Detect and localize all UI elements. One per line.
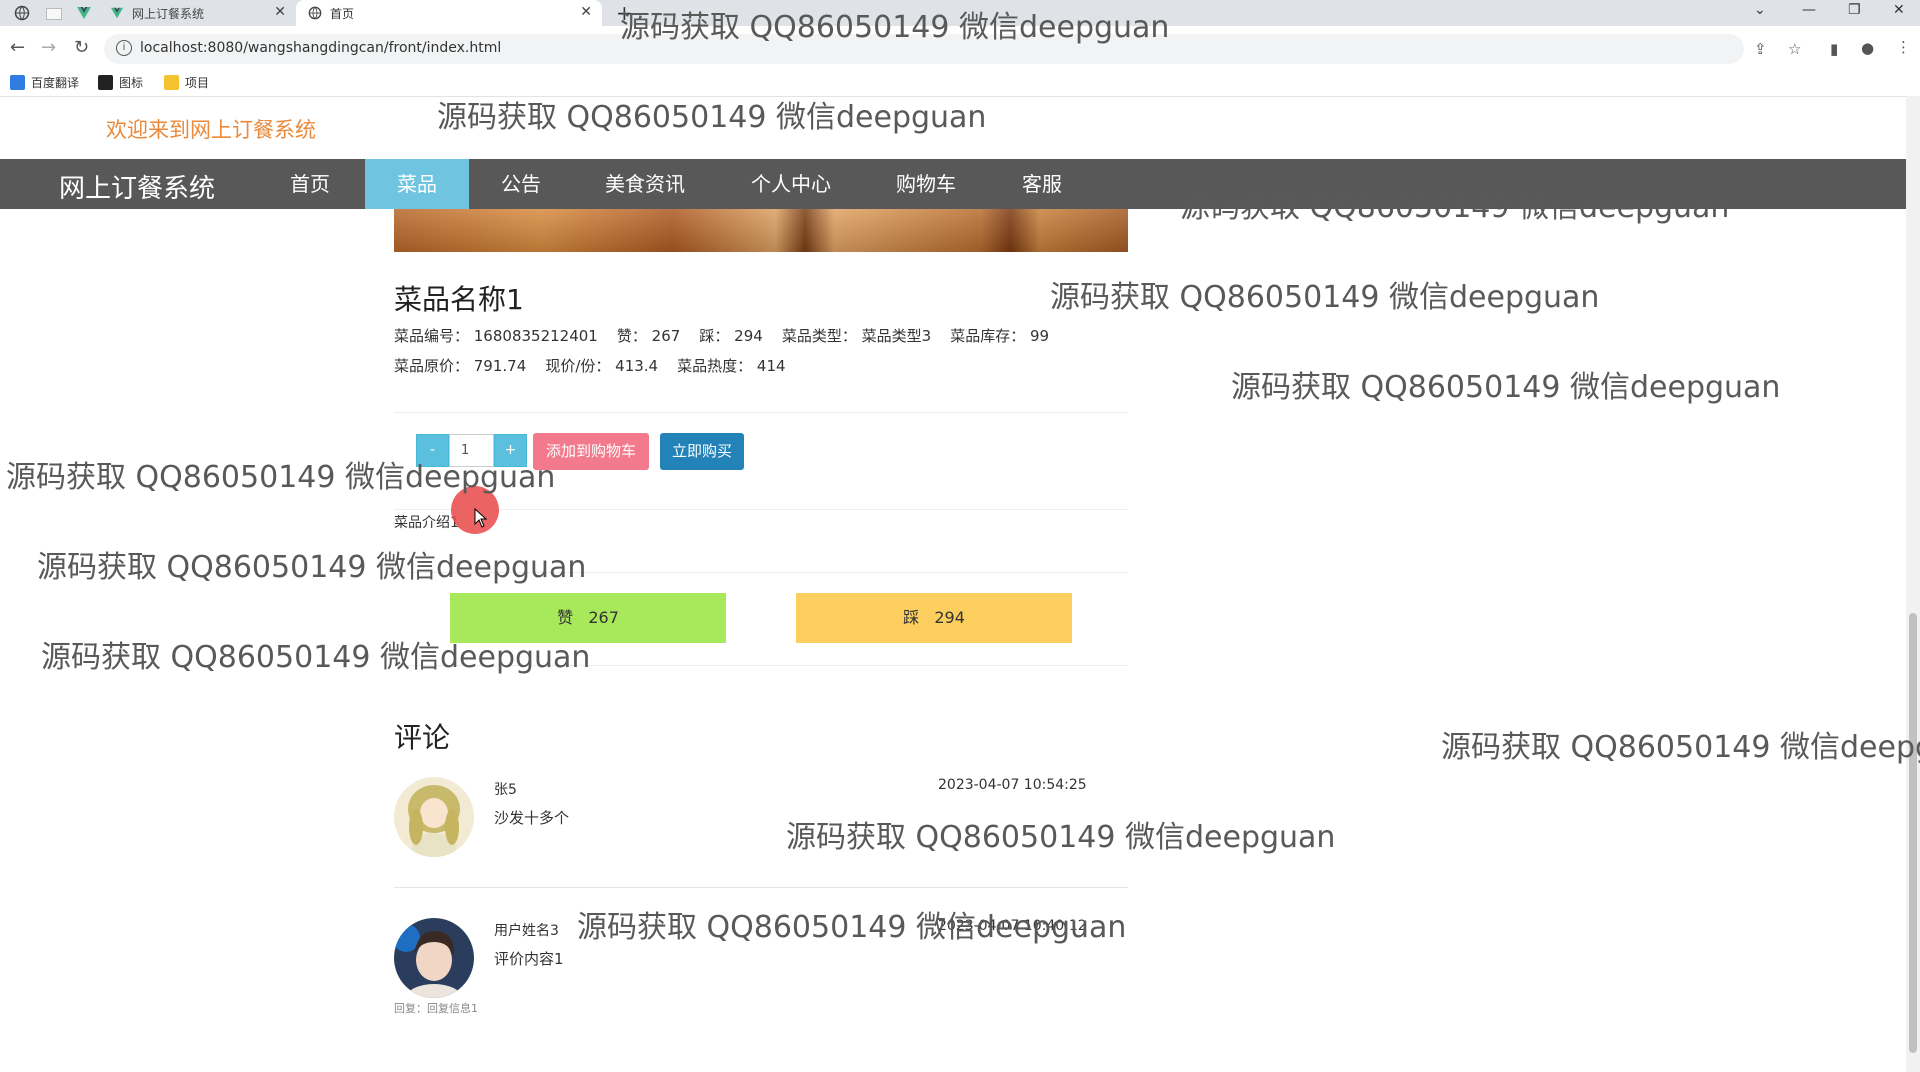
dish-name: 菜品名称1 [394, 283, 524, 316]
nav-item-dishes[interactable]: 菜品 [365, 159, 469, 209]
watermark-text: 源码获取 QQ86050149 微信deepguan [1180, 190, 1730, 225]
globe-icon [308, 6, 322, 20]
forward-icon[interactable]: → [41, 37, 56, 58]
tab-online-ordering[interactable]: 网上订餐系统 ✕ [98, 0, 296, 26]
scrollbar-thumb[interactable] [1909, 613, 1917, 1053]
folder-icon [164, 75, 179, 90]
nav-item-personal-center[interactable]: 个人中心 [726, 159, 856, 209]
window-close-icon[interactable]: ✕ [1893, 2, 1905, 18]
dislike-label: 踩 [903, 608, 920, 627]
bookmark-projects[interactable]: 项目 [164, 74, 209, 91]
bookmark-label: 百度翻译 [31, 76, 80, 90]
watermark-text: 源码获取 QQ86050149 微信deepguan [577, 910, 1127, 945]
vue-logo-icon [110, 7, 124, 19]
avatar-photo [394, 918, 474, 998]
nav-item-announcements[interactable]: 公告 [469, 159, 573, 209]
watermark-text: 源码获取 QQ86050149 微信deepguan [1441, 730, 1920, 765]
globe-icon[interactable] [14, 5, 30, 21]
watermark-text: 源码获取 QQ86050149 微信deepguan [1231, 370, 1781, 405]
restore-icon[interactable]: ❐ [1848, 2, 1861, 18]
share-icon[interactable]: ⇪ [1754, 40, 1767, 58]
avatar-illustration [394, 777, 474, 857]
dish-intro: 菜品介绍1 [394, 515, 459, 531]
translate-icon [10, 75, 25, 90]
bookmark-baidu-translate[interactable]: 百度翻译 [10, 74, 79, 91]
buy-now-button[interactable]: 立即购买 [660, 433, 744, 470]
tab-title: 网上订餐系统 [132, 6, 205, 21]
profile-icon[interactable]: ● [1861, 39, 1874, 57]
comment-user: 用户姓名3 [494, 923, 559, 939]
dish-image [394, 209, 1128, 252]
dislike-count: 294 [934, 608, 965, 627]
nav-item-customer-service[interactable]: 客服 [990, 159, 1094, 209]
comment-user: 张5 [494, 782, 517, 798]
url-text[interactable]: localhost:8080/wangshangdingcan/front/in… [140, 40, 501, 56]
watermark-text: 源码获取 QQ86050149 微信deepguan [620, 10, 1170, 45]
reload-icon[interactable]: ↻ [74, 37, 89, 58]
watermark-text: 源码获取 QQ86050149 微信deepguan [6, 460, 556, 495]
like-count: 267 [588, 608, 619, 627]
info-icon[interactable]: i [116, 40, 132, 56]
comment-text: 沙发十多个 [494, 809, 570, 827]
nav-item-food-news[interactable]: 美食资讯 [583, 159, 707, 209]
tab-search-icon[interactable]: ⌄ [1754, 2, 1766, 18]
minimize-icon[interactable]: — [1802, 2, 1816, 18]
comments-heading: 评论 [394, 721, 451, 754]
avatar [394, 918, 474, 998]
dish-info-line-1: 菜品编号： 1680835212401 赞： 267 踩： 294 菜品类型： … [394, 327, 1050, 345]
comment-time: 2023-04-07 10:54:25 [938, 777, 1087, 793]
watermark-text: 源码获取 QQ86050149 微信deepguan [1050, 280, 1600, 315]
close-icon[interactable]: ✕ [274, 4, 286, 20]
blank-page-icon[interactable] [46, 8, 62, 20]
bookmark-label: 图标 [119, 76, 144, 90]
dislike-button[interactable]: 踩 294 [796, 593, 1072, 643]
back-icon[interactable]: ← [10, 37, 25, 58]
mouse-cursor-icon [474, 508, 488, 528]
watermark-text: 源码获取 QQ86050149 微信deepguan [37, 550, 587, 585]
tab-title: 首页 [330, 6, 355, 21]
iconfont-icon [98, 75, 113, 90]
welcome-text: 欢迎来到网上订餐系统 [106, 118, 316, 142]
brand-title[interactable]: 网上订餐系统 [59, 168, 215, 205]
avatar [394, 777, 474, 857]
side-panel-icon[interactable]: ▮ [1830, 40, 1838, 58]
watermark-text: 源码获取 QQ86050149 微信deepguan [786, 820, 1336, 855]
dish-info-line-2: 菜品原价： 791.74 现价/份： 413.4 菜品热度： 414 [394, 357, 786, 375]
like-label: 赞 [557, 608, 574, 627]
watermark-text: 源码获取 QQ86050149 微信deepguan [41, 640, 591, 675]
vue-logo-icon[interactable] [76, 5, 92, 21]
comment-reply: 回复：回复信息1 [394, 1002, 478, 1015]
nav-item-cart[interactable]: 购物车 [874, 159, 978, 209]
close-icon[interactable]: ✕ [580, 4, 592, 20]
menu-dots-icon[interactable]: ⋮ [1896, 38, 1911, 56]
star-icon[interactable]: ☆ [1788, 40, 1801, 58]
watermark-text: 源码获取 QQ86050149 微信deepguan [437, 100, 987, 135]
comment-text: 评价内容1 [494, 950, 564, 968]
comment-divider [394, 887, 1128, 888]
tab-home[interactable]: 首页 ✕ [296, 0, 602, 26]
nav-item-home[interactable]: 首页 [258, 159, 362, 209]
bookmark-label: 项目 [185, 76, 210, 90]
bookmark-icons[interactable]: 图标 [98, 74, 143, 91]
